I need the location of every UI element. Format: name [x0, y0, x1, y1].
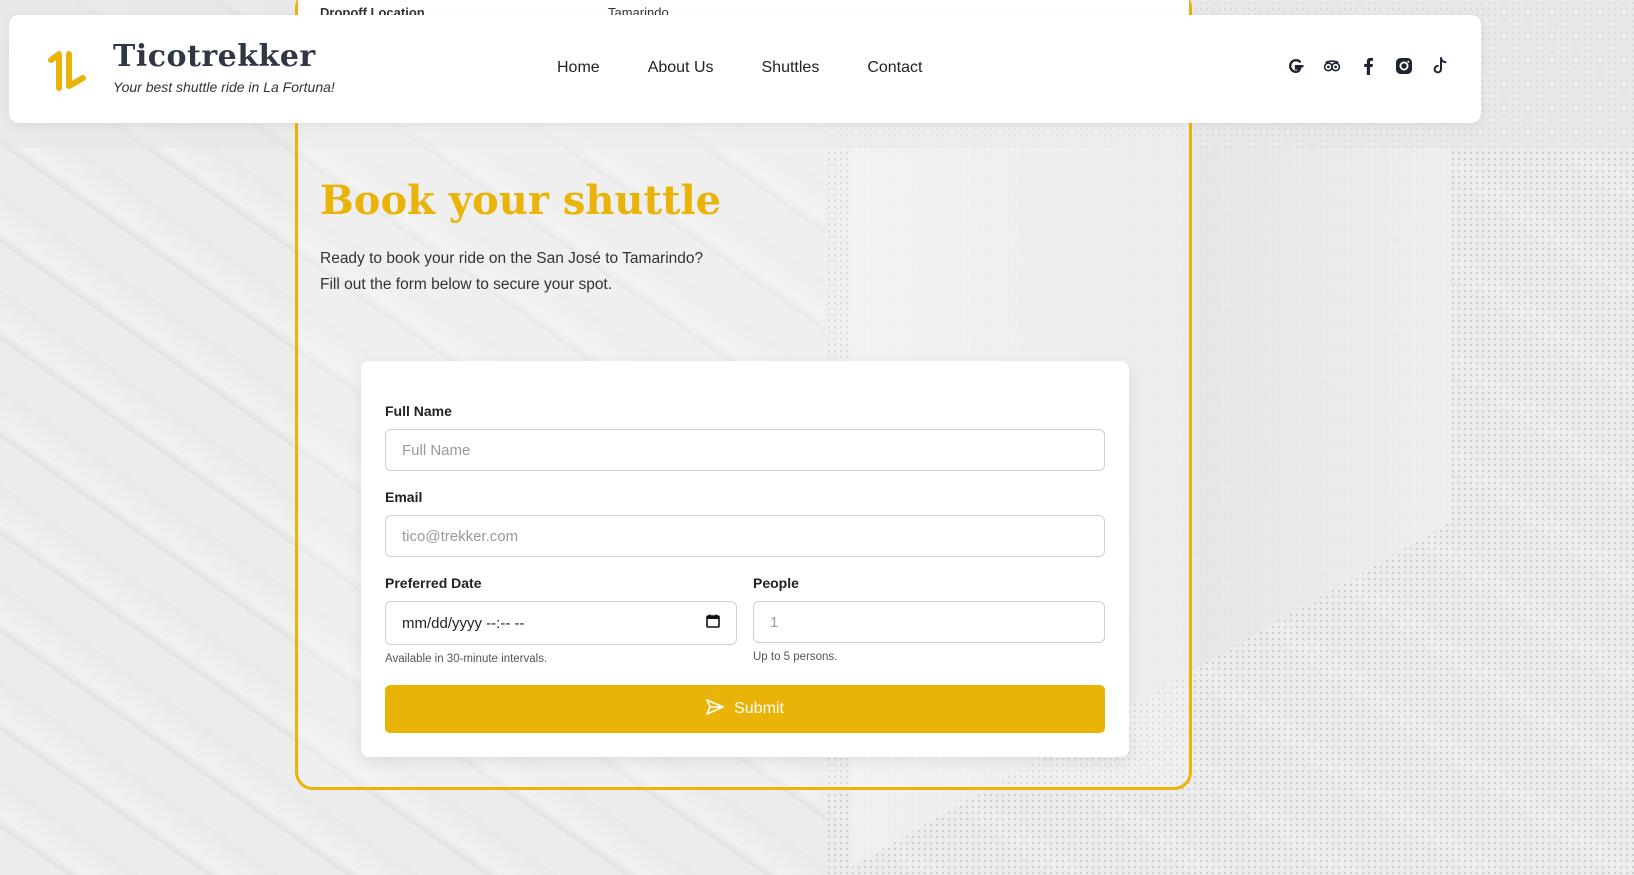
booking-lead-line1: Ready to book your ride on the San José …	[320, 250, 704, 267]
people-hint: Up to 5 persons.	[753, 651, 838, 663]
calendar-icon[interactable]	[706, 614, 720, 632]
nav-about-us[interactable]: About Us	[648, 59, 714, 77]
nav-contact[interactable]: Contact	[867, 59, 922, 77]
preferred-date-label: Preferred Date	[385, 575, 482, 591]
full-name-label: Full Name	[385, 403, 452, 419]
date-value: mm/dd/yyyy --:-- --	[402, 614, 525, 632]
logo-icon[interactable]	[47, 48, 87, 96]
tiktok-icon[interactable]	[1431, 57, 1449, 75]
tripadvisor-icon[interactable]	[1323, 57, 1341, 75]
people-input[interactable]	[753, 601, 1105, 643]
instagram-icon[interactable]	[1395, 57, 1413, 75]
email-input[interactable]	[385, 515, 1105, 557]
booking-lead-line2: Fill out the form below to secure your s…	[320, 276, 613, 293]
google-icon[interactable]	[1287, 57, 1305, 75]
submit-button[interactable]: Submit	[385, 685, 1105, 733]
booking-title: Book your shuttle	[320, 177, 722, 224]
people-label: People	[753, 575, 799, 591]
submit-label: Submit	[734, 700, 784, 717]
facebook-icon[interactable]	[1359, 57, 1377, 75]
booking-lead: Ready to book your ride on the San José …	[320, 246, 703, 298]
main-nav: Home About Us Shuttles Contact	[557, 59, 922, 77]
site-header: Ticotrekker Your best shuttle ride in La…	[9, 15, 1481, 123]
email-label: Email	[385, 489, 423, 505]
date-hint: Available in 30-minute intervals.	[385, 653, 548, 665]
brand-name[interactable]: Ticotrekker	[113, 39, 316, 74]
nav-home[interactable]: Home	[557, 59, 600, 77]
brand-tagline: Your best shuttle ride in La Fortuna!	[113, 79, 335, 95]
social-links	[1287, 57, 1449, 75]
send-icon	[706, 698, 724, 720]
nav-shuttles[interactable]: Shuttles	[762, 59, 820, 77]
preferred-date-input[interactable]: mm/dd/yyyy --:-- --	[385, 601, 737, 645]
full-name-input[interactable]	[385, 429, 1105, 471]
booking-form: Full Name Email Preferred Date mm/dd/yyy…	[361, 361, 1129, 757]
